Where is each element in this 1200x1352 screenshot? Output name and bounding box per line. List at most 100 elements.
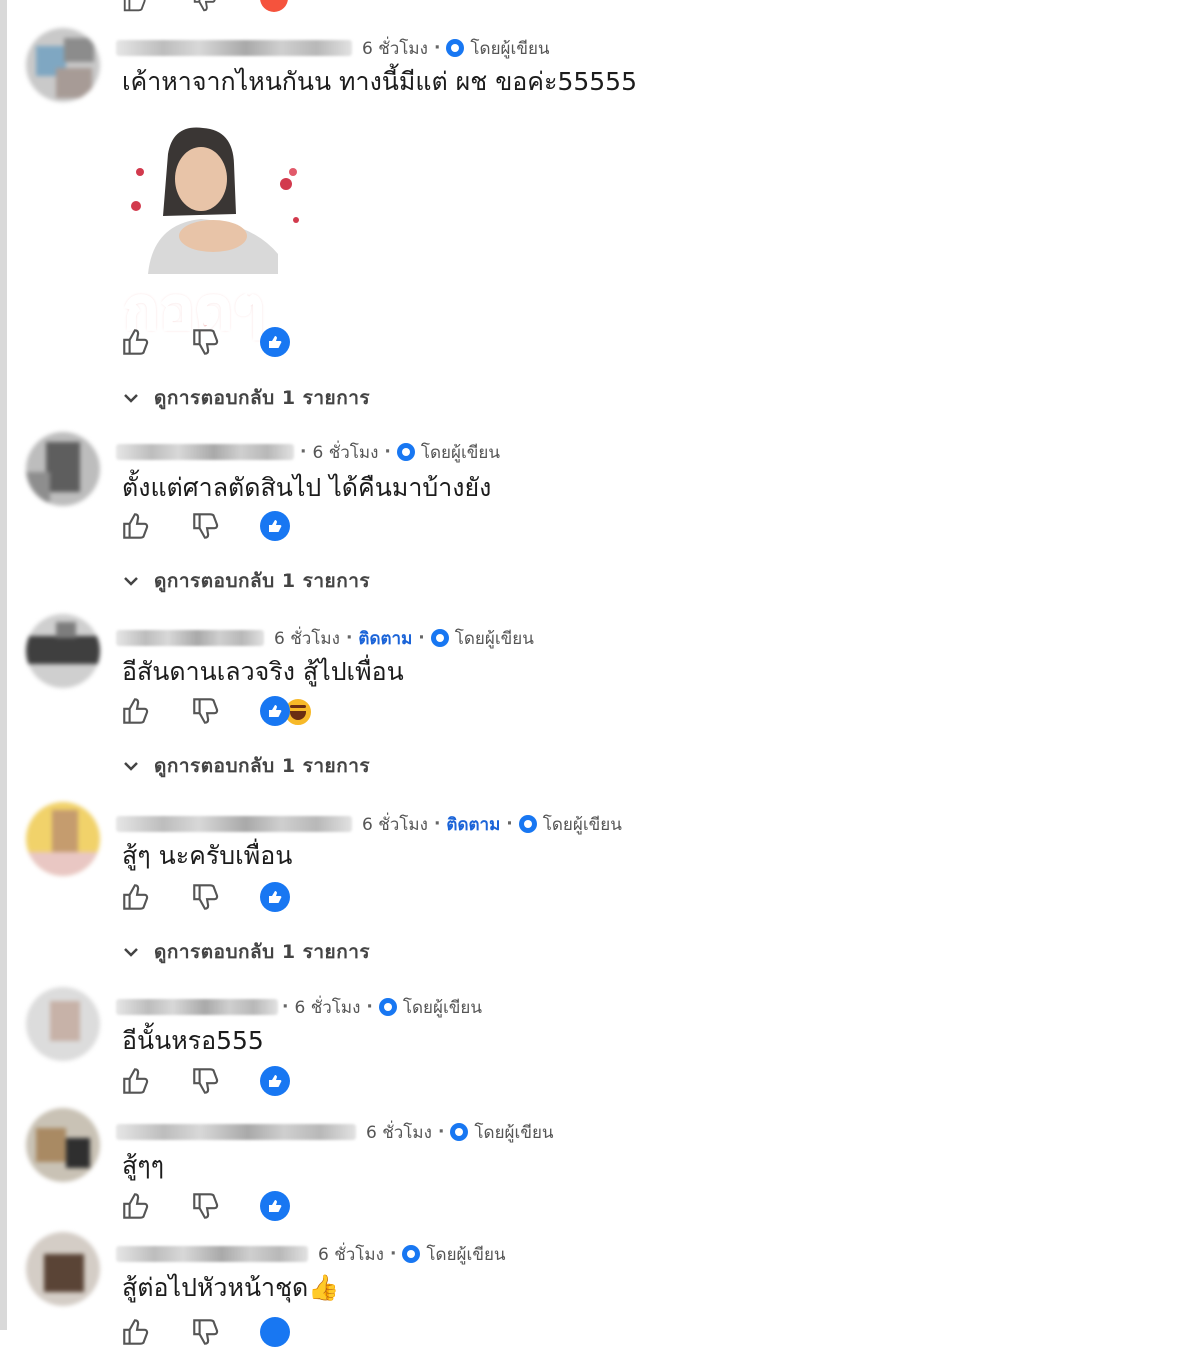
reaction-summary[interactable] — [260, 1317, 290, 1347]
view-replies-link[interactable]: ดูการตอบกลับ 1 รายการ — [122, 752, 370, 780]
thumbs-down-icon[interactable] — [190, 1316, 222, 1348]
comment-actions — [120, 1065, 340, 1101]
thumbs-up-icon[interactable] — [120, 1065, 152, 1097]
comment-text: สู้ๆ นะครับเพื่อน — [122, 841, 293, 870]
thumbs-down-icon[interactable] — [190, 695, 222, 727]
comment-header: 6 ชั่วโมง · โดยผู้เขียน — [116, 1242, 506, 1266]
comment-header: 6 ชั่วโมง · โดยผู้เขียน — [116, 1120, 554, 1144]
comment-text: สู้ต่อไปหัวหน้าชุด👍 — [122, 1273, 340, 1302]
chevron-down-icon — [124, 394, 138, 403]
reaction-summary[interactable] — [260, 511, 290, 541]
author-badge-label: โดยผู้เขียน — [420, 442, 500, 463]
sticker-hug[interactable]: กอดๆ — [118, 124, 318, 344]
author-badge-label: โดยผู้เขียน — [542, 814, 622, 835]
thumbs-up-icon[interactable] — [120, 0, 150, 14]
avatar — [26, 987, 100, 1061]
username-blurred[interactable] — [116, 40, 352, 56]
timestamp[interactable]: 6 ชั่วโมง — [366, 1119, 432, 1146]
love-reaction-icon — [260, 0, 288, 12]
comment-header: 6 ชั่วโมง · โดยผู้เขียน — [116, 36, 550, 60]
separator: · — [282, 997, 289, 1017]
comment-actions — [120, 326, 340, 362]
avatar — [26, 802, 100, 876]
username-blurred[interactable] — [116, 444, 294, 460]
timestamp[interactable]: 6 ชั่วโมง — [362, 811, 428, 838]
view-replies-link[interactable]: ดูการตอบกลับ 1 รายการ — [122, 938, 370, 966]
view-replies-label: ดูการตอบกลับ 1 รายการ — [154, 941, 371, 963]
thumbs-up-icon[interactable] — [120, 326, 152, 358]
avatar — [26, 614, 100, 688]
chevron-down-icon — [124, 577, 138, 586]
comment-actions — [120, 510, 340, 546]
author-badge-icon — [430, 629, 449, 647]
comment-actions — [120, 1316, 340, 1352]
previous-comment-actions — [120, 0, 320, 14]
author-badge-icon — [518, 815, 537, 833]
thumbs-down-icon[interactable] — [190, 0, 220, 14]
chevron-down-icon — [124, 948, 138, 957]
like-reaction-icon — [260, 511, 290, 541]
timestamp[interactable]: 6 ชั่วโมง — [362, 35, 428, 62]
reaction-summary[interactable] — [260, 696, 312, 726]
separator: · — [300, 442, 307, 462]
reaction-summary[interactable] — [260, 1191, 290, 1221]
thumbs-down-icon[interactable] — [190, 881, 222, 913]
follow-button[interactable]: ติดตาม — [358, 625, 412, 652]
comment-header: 6 ชั่วโมง · ติดตาม · โดยผู้เขียน — [116, 812, 622, 836]
separator: · — [433, 814, 441, 834]
reaction-summary[interactable] — [260, 327, 290, 357]
username-blurred[interactable] — [116, 999, 278, 1015]
comment-header: · 6 ชั่วโมง · โดยผู้เขียน — [116, 440, 500, 464]
avatar — [26, 28, 100, 102]
separator: · — [366, 997, 373, 1017]
author-badge-icon — [378, 998, 397, 1016]
like-reaction-icon — [260, 327, 290, 357]
timestamp[interactable]: 6 ชั่วโมง — [294, 994, 360, 1021]
thumbs-up-icon[interactable] — [120, 695, 152, 727]
thumbs-down-icon[interactable] — [190, 510, 222, 542]
thumbs-up-icon[interactable] — [120, 1316, 152, 1348]
view-replies-link[interactable]: ดูการตอบกลับ 1 รายการ — [122, 384, 370, 412]
thumbs-up-icon[interactable] — [120, 881, 152, 913]
timestamp[interactable]: 6 ชั่วโมง — [274, 625, 340, 652]
separator: · — [384, 442, 391, 462]
thumbs-down-icon[interactable] — [190, 326, 222, 358]
author-badge-label: โดยผู้เขียน — [454, 628, 534, 649]
comment-actions — [120, 881, 340, 917]
timestamp[interactable]: 6 ชั่วโมง — [318, 1241, 384, 1268]
username-blurred[interactable] — [116, 816, 352, 832]
thumbs-up-icon[interactable] — [120, 1190, 152, 1222]
author-badge-label: โดยผู้เขียน — [470, 38, 550, 59]
thumbs-down-icon[interactable] — [190, 1190, 222, 1222]
like-reaction-icon — [260, 882, 290, 912]
comment-text: เค้าหาจากไหนกันน ทางนี้มีแต่ ผช ขอค่ะ555… — [122, 67, 637, 96]
view-replies-link[interactable]: ดูการตอบกลับ 1 รายการ — [122, 567, 370, 595]
avatar — [26, 1232, 100, 1306]
comment-text: อีนั้นหรอ555 — [122, 1026, 264, 1055]
reaction-summary[interactable] — [260, 882, 290, 912]
author-badge-icon — [446, 39, 465, 57]
avatar — [26, 432, 100, 506]
comment-text: อีสันดานเลวจริง สู้ไปเพื่อน — [122, 657, 404, 686]
follow-button[interactable]: ติดตาม — [446, 811, 500, 838]
view-replies-label: ดูการตอบกลับ 1 รายการ — [154, 570, 371, 592]
thumbs-up-icon[interactable] — [120, 510, 152, 542]
view-replies-label: ดูการตอบกลับ 1 รายการ — [154, 387, 371, 409]
comment-header: · 6 ชั่วโมง · โดยผู้เขียน — [116, 995, 482, 1019]
reaction-summary[interactable] — [260, 1066, 290, 1096]
timestamp[interactable]: 6 ชั่วโมง — [312, 439, 378, 466]
username-blurred[interactable] — [116, 1246, 308, 1262]
thumbs-down-icon[interactable] — [190, 1065, 222, 1097]
left-thread-rail — [0, 0, 7, 1330]
like-reaction-icon — [260, 1066, 290, 1096]
username-blurred[interactable] — [116, 630, 264, 646]
separator: · — [437, 1122, 445, 1142]
comment-text: ตั้งแต่ศาลตัดสินไป ได้คืนมาบ้างยัง — [122, 473, 492, 502]
author-badge-label: โดยผู้เขียน — [426, 1244, 506, 1265]
comment-header: 6 ชั่วโมง · ติดตาม · โดยผู้เขียน — [116, 626, 534, 650]
comment-text: สู้ๆๆ — [122, 1151, 165, 1180]
username-blurred[interactable] — [116, 1124, 356, 1140]
author-badge-label: โดยผู้เขียน — [402, 997, 482, 1018]
like-reaction-icon — [260, 1317, 290, 1347]
separator: · — [389, 1244, 397, 1264]
